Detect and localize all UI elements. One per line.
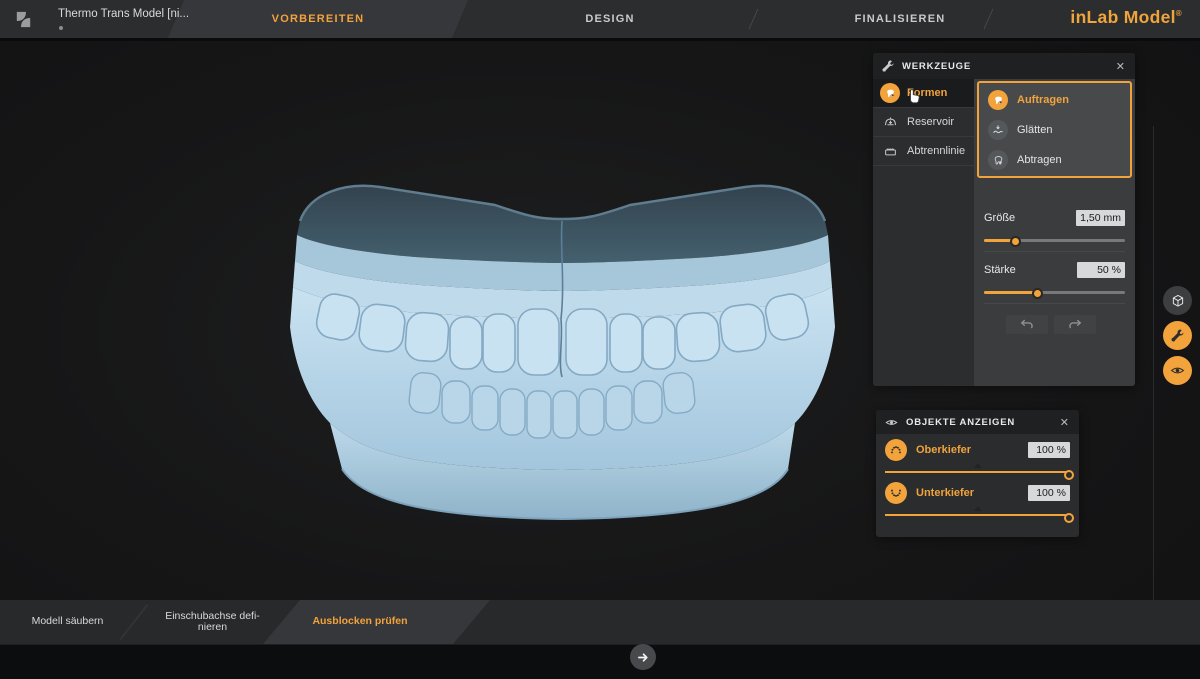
- mode-label: Auftragen: [1017, 94, 1069, 106]
- mode-label: Glätten: [1017, 124, 1052, 136]
- lower-jaw-icon[interactable]: [885, 482, 907, 504]
- step-ausblocken-pruefen[interactable]: Ausblocken prüfen: [280, 600, 440, 644]
- size-value[interactable]: 1,50 mm: [1076, 210, 1125, 226]
- visibility-toggle-button[interactable]: [1163, 356, 1192, 385]
- top-bar: Thermo Trans Model [ni... VORBEREITEN DE…: [0, 0, 1200, 38]
- dental-model-3d[interactable]: [290, 177, 835, 542]
- step-label: Modell säubern: [32, 616, 104, 628]
- step-einschubachse-definieren[interactable]: Einschubachse defi- nieren: [155, 600, 270, 644]
- cube-icon: [1170, 293, 1186, 309]
- mode-auftragen[interactable]: Auftragen: [979, 85, 1130, 115]
- arrow-right-icon: [637, 651, 650, 664]
- topbar-divider: [0, 38, 1200, 41]
- upper-jaw-icon[interactable]: [885, 439, 907, 461]
- tools-panel-header[interactable]: WERKZEUGE ✕: [873, 53, 1135, 79]
- smooth-icon: [988, 120, 1008, 140]
- mode-glaetten[interactable]: Glätten: [979, 115, 1130, 145]
- tab-separator: [749, 9, 759, 30]
- eye-icon: [1169, 362, 1186, 379]
- objects-panel-title: OBJEKTE ANZEIGEN: [906, 417, 1051, 428]
- tab-separator: [984, 9, 994, 30]
- oberkiefer-opacity-value[interactable]: 100 %: [1028, 442, 1070, 458]
- divider: [984, 251, 1125, 252]
- view-cube-button[interactable]: [1163, 286, 1192, 315]
- object-row-unterkiefer: Unterkiefer 100 %: [876, 477, 1079, 504]
- step-modell-saeubern[interactable]: Modell säubern: [10, 600, 125, 644]
- app-brand: inLab Model®: [1070, 7, 1182, 28]
- tools-toggle-button[interactable]: [1163, 321, 1192, 350]
- strength-slider-block: Stärke 50 %: [984, 262, 1125, 297]
- reservoir-icon: [880, 112, 900, 132]
- size-slider-thumb[interactable]: [1010, 236, 1021, 247]
- divider: [984, 303, 1125, 304]
- strength-slider-thumb[interactable]: [1032, 288, 1043, 299]
- mouse-cursor-hand: [906, 86, 921, 104]
- phase-tab-design[interactable]: DESIGN: [540, 0, 680, 38]
- tool-tab-label: Abtrennlinie: [907, 145, 965, 157]
- app-logo[interactable]: [0, 0, 46, 38]
- tooth-shape-icon: [880, 83, 900, 103]
- oberkiefer-slider-wrap: [876, 468, 1079, 477]
- step-label-line2: nieren: [198, 622, 227, 634]
- phase-tab-finalisieren[interactable]: FINALISIEREN: [820, 0, 980, 38]
- tools-tab-column: Formen Reservoir: [873, 79, 974, 386]
- tools-panel-title: WERKZEUGE: [902, 61, 1107, 72]
- tools-options-column: Auftragen Glätten: [974, 79, 1135, 386]
- strength-value[interactable]: 50 %: [1077, 262, 1125, 278]
- strength-label: Stärke: [984, 264, 1016, 276]
- apply-material-icon: [988, 90, 1008, 110]
- separation-line-icon: [880, 141, 900, 161]
- close-icon[interactable]: ✕: [1114, 60, 1127, 73]
- eye-icon: [884, 415, 899, 430]
- object-label: Oberkiefer: [916, 444, 1019, 456]
- objects-panel: OBJEKTE ANZEIGEN ✕ Oberkiefer 100 %: [876, 410, 1079, 537]
- unterkiefer-opacity-slider[interactable]: [885, 511, 1070, 520]
- step-label: Ausblocken prüfen: [312, 616, 407, 628]
- next-step-button[interactable]: [630, 644, 656, 670]
- size-slider-block: Größe 1,50 mm: [984, 210, 1125, 245]
- canvas-edge-divider: [1153, 126, 1154, 679]
- undo-button[interactable]: [1006, 315, 1048, 334]
- size-slider[interactable]: [984, 235, 1125, 245]
- mode-abtragen[interactable]: Abtragen: [979, 145, 1130, 175]
- tool-tab-formen[interactable]: Formen: [873, 79, 974, 108]
- unterkiefer-slider-thumb[interactable]: [1064, 513, 1074, 523]
- phase-tab-vorbereiten[interactable]: VORBEREITEN: [168, 0, 468, 38]
- sirona-logo-icon: [13, 9, 34, 30]
- wrench-icon: [881, 59, 895, 73]
- unterkiefer-opacity-value[interactable]: 100 %: [1028, 485, 1070, 501]
- object-label: Unterkiefer: [916, 487, 1019, 499]
- tool-tab-reservoir[interactable]: Reservoir: [873, 108, 974, 137]
- oberkiefer-slider-thumb[interactable]: [1064, 470, 1074, 480]
- mode-label: Abtragen: [1017, 154, 1062, 166]
- tool-tab-label: Reservoir: [907, 116, 954, 128]
- wrench-icon: [1170, 328, 1185, 343]
- formen-mode-group: Auftragen Glätten: [977, 81, 1132, 178]
- objects-panel-header[interactable]: OBJEKTE ANZEIGEN ✕: [876, 410, 1079, 434]
- unterkiefer-slider-wrap: [876, 511, 1079, 520]
- object-row-oberkiefer: Oberkiefer 100 %: [876, 434, 1079, 461]
- redo-button[interactable]: [1054, 315, 1096, 334]
- remove-material-icon: [988, 150, 1008, 170]
- close-icon[interactable]: ✕: [1058, 416, 1071, 429]
- strength-slider[interactable]: [984, 287, 1125, 297]
- tool-tab-abtrennlinie[interactable]: Abtrennlinie: [873, 137, 974, 166]
- oberkiefer-opacity-slider[interactable]: [885, 468, 1070, 477]
- unsaved-indicator-dot: [59, 26, 63, 30]
- size-label: Größe: [984, 212, 1015, 224]
- bottom-strip: [0, 644, 1200, 679]
- undo-redo-group: [1006, 315, 1096, 334]
